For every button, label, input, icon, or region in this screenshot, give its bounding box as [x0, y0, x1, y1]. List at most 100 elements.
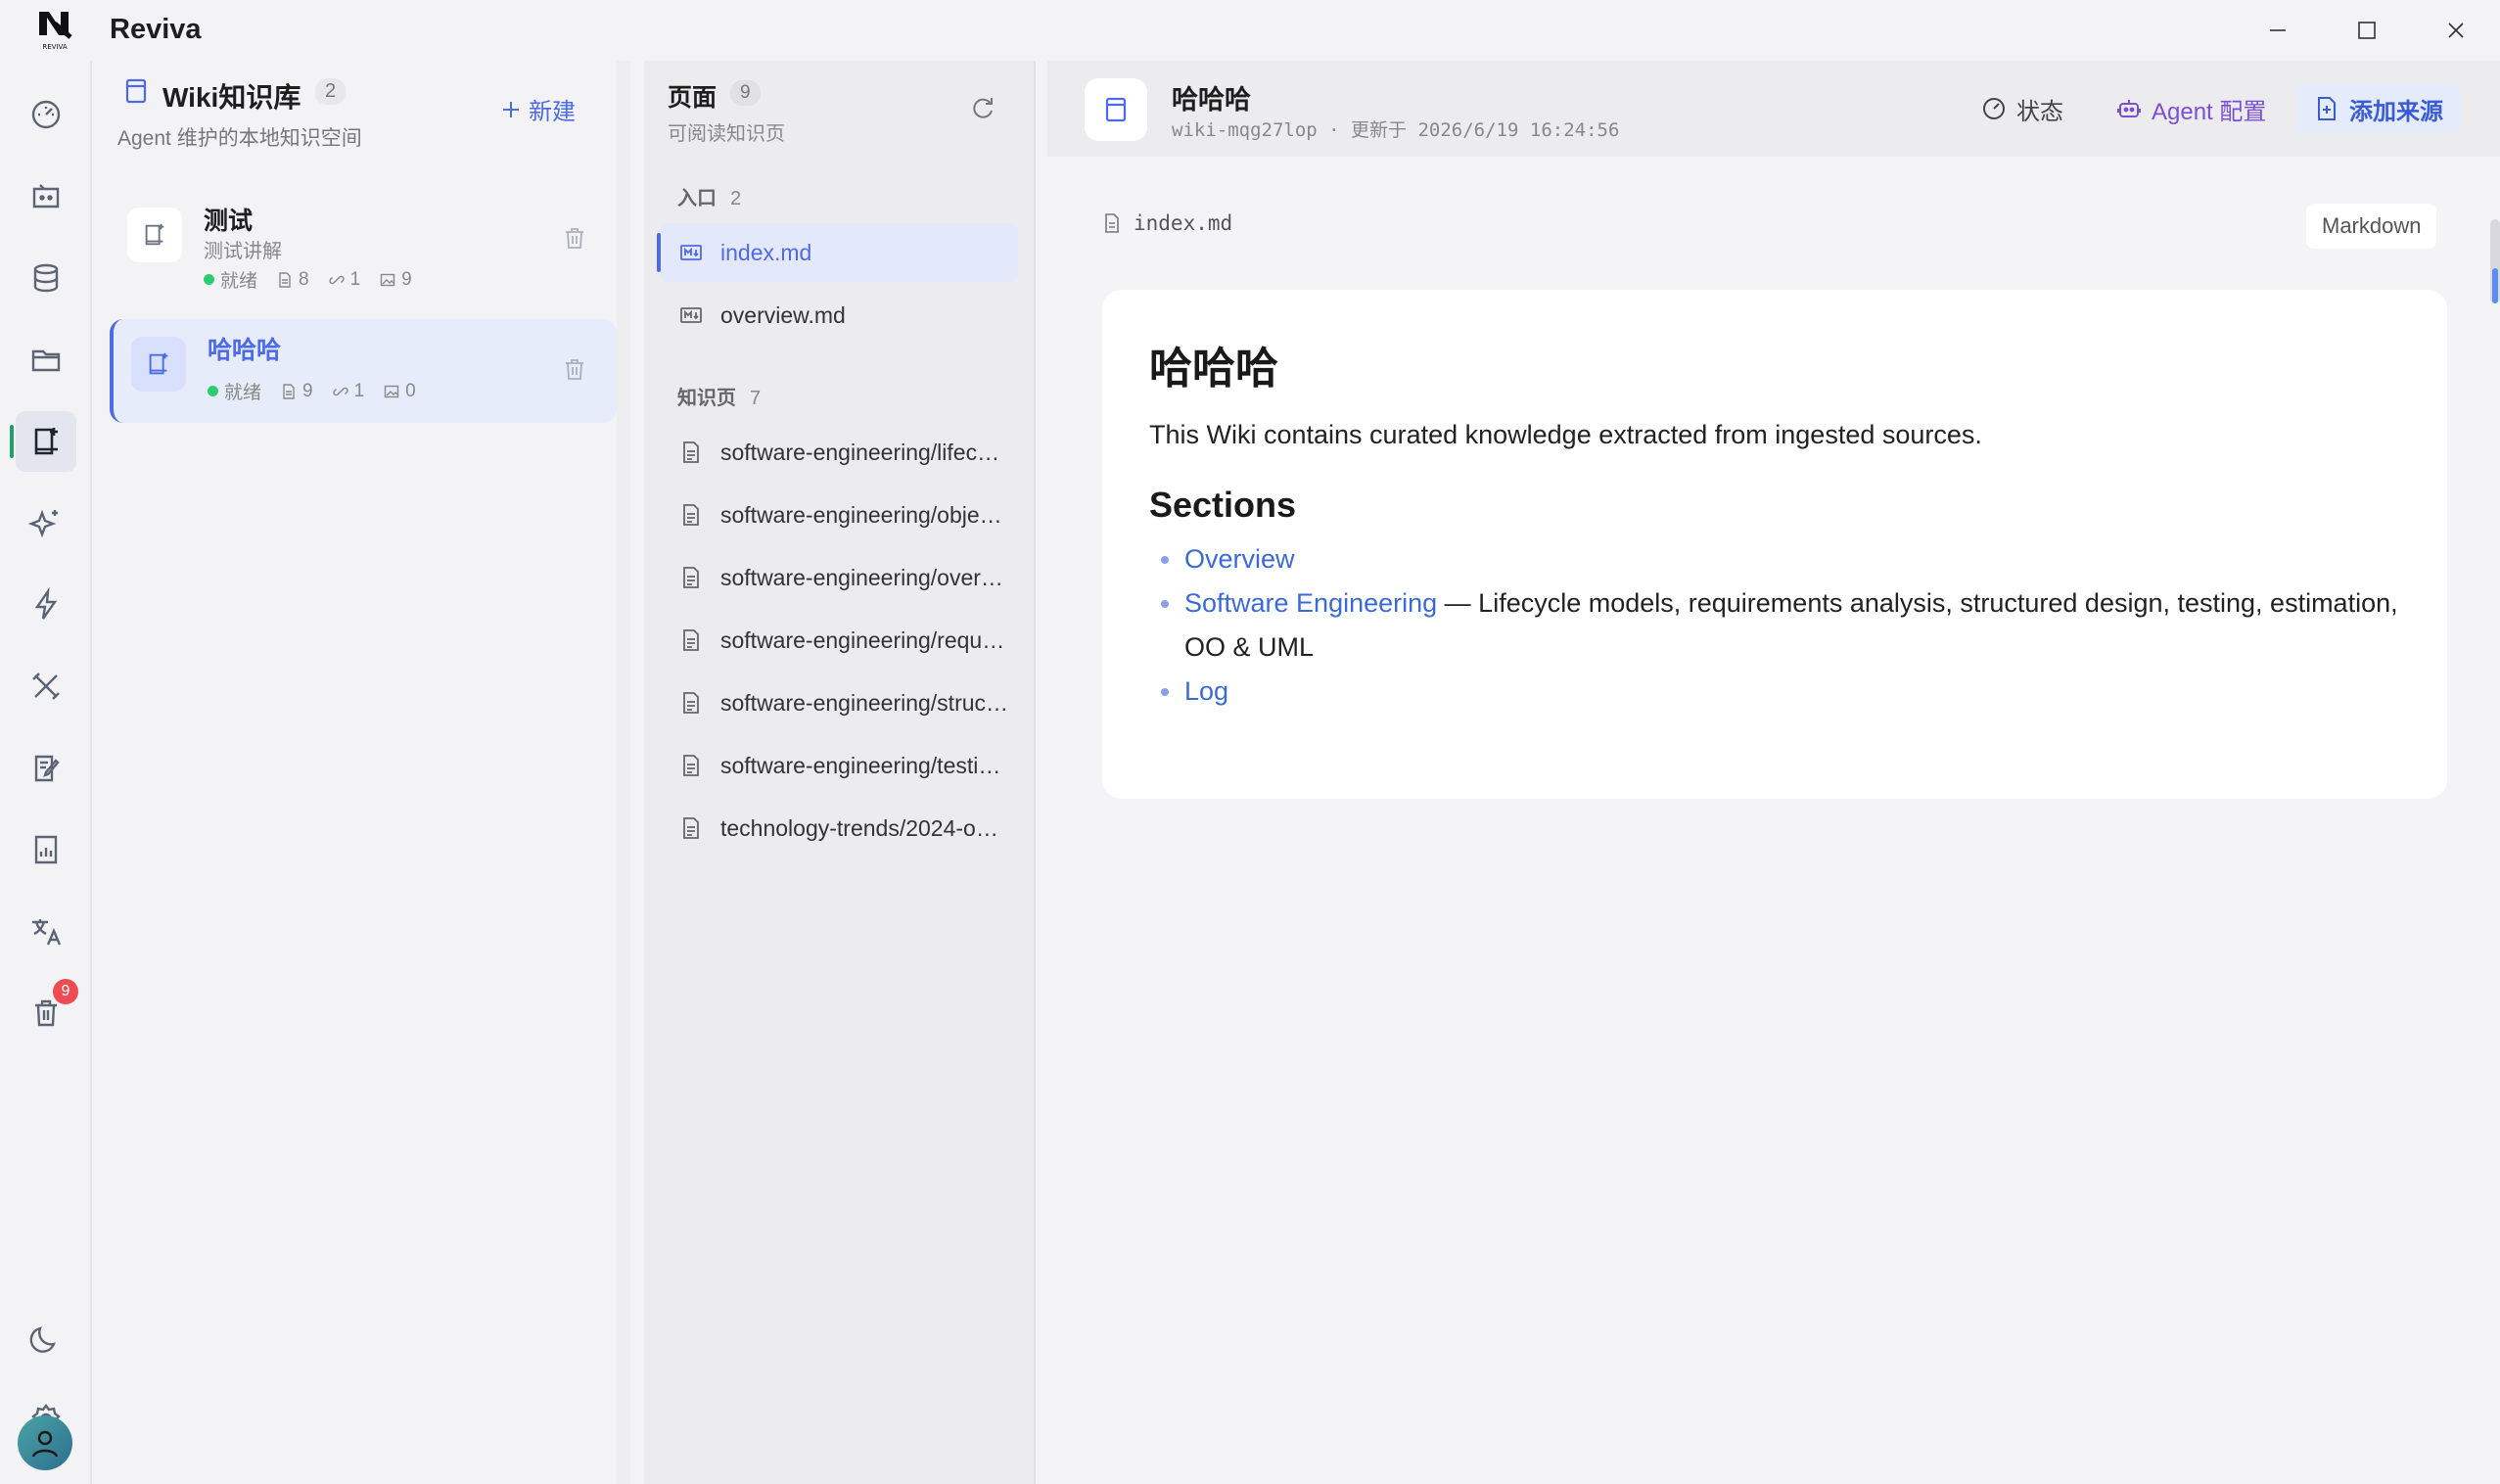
entry-section-label: 入口 2	[677, 188, 742, 209]
wiki-header-icon-box	[1085, 78, 1147, 141]
pages-count: 9	[730, 80, 761, 106]
page-item-knowledge[interactable]: software-engineering/obje…	[660, 486, 1018, 544]
avatar[interactable]	[18, 1415, 72, 1470]
robot-icon	[2117, 100, 2141, 117]
wiki-panel-title: Wiki知识库	[162, 82, 301, 113]
delete-icon[interactable]	[562, 356, 587, 382]
list-item: Software Engineering — Lifecycle models,…	[1149, 581, 2400, 670]
pages-subtitle: 可阅读知识页	[668, 123, 785, 145]
link-count: 1	[349, 268, 361, 290]
markdown-icon	[680, 245, 702, 260]
wiki-id: wiki-mqg27lop	[1172, 119, 1318, 141]
nav-editor[interactable]	[16, 738, 76, 799]
nav-rail: 9	[0, 61, 92, 1484]
agent-config-button[interactable]: Agent 配置	[2099, 84, 2284, 133]
pages-panel: 页面 9 可阅读知识页 入口 2 index.md overview.md 知识页…	[644, 61, 1036, 1484]
delete-icon[interactable]	[562, 225, 587, 251]
nav-sparkle[interactable]	[16, 492, 76, 553]
wiki-item-ceshi[interactable]: 测试 测试讲解 就绪 8 1 9	[110, 190, 617, 294]
status-button[interactable]: 状态	[1964, 84, 2081, 133]
page-item-knowledge[interactable]: software-engineering/over…	[660, 548, 1018, 607]
nav-wiki[interactable]	[10, 411, 76, 472]
wiki-item-desc: 测试讲解	[204, 241, 282, 262]
status-text: 就绪	[220, 271, 258, 292]
status-dot	[208, 386, 218, 396]
tools-icon	[32, 672, 60, 700]
new-wiki-button[interactable]: 新建	[501, 92, 576, 126]
log-link[interactable]: Log	[1184, 676, 1228, 706]
agent-icon	[32, 184, 60, 209]
status-dot	[204, 274, 214, 285]
add-source-label: 添加来源	[2349, 98, 2443, 125]
file-label: index.md	[1102, 211, 1232, 235]
nav-agent[interactable]	[16, 166, 76, 227]
format-badge: Markdown	[2306, 204, 2437, 249]
page-label: overview.md	[720, 301, 846, 328]
wiki-updated: · 更新于 2026/6/19 16:24:56	[1328, 119, 1620, 141]
wiki-icon	[34, 428, 58, 455]
maximize-icon	[2358, 22, 2376, 39]
software-engineering-link[interactable]: Software Engineering	[1184, 588, 1437, 618]
document-icon	[683, 504, 699, 526]
page-item-index[interactable]: index.md	[657, 223, 1018, 282]
nav-reports[interactable]	[16, 819, 76, 880]
document-icon	[683, 441, 699, 463]
scrollbar[interactable]	[2490, 219, 2500, 303]
wiki-panel-subtitle: Agent 维护的本地知识空间	[117, 127, 362, 150]
pages-title: 页面	[668, 84, 718, 112]
markdown-icon	[680, 307, 702, 323]
theme-toggle[interactable]	[16, 1308, 76, 1368]
document-icon	[683, 755, 699, 776]
refresh-icon[interactable]	[969, 94, 996, 121]
close-button[interactable]	[2422, 10, 2490, 51]
new-wiki-label: 新建	[529, 99, 576, 125]
page-item-knowledge[interactable]: software-engineering/requ…	[660, 611, 1018, 670]
nav-automation[interactable]	[16, 575, 76, 635]
page-label: software-engineering/lifec…	[720, 439, 1000, 465]
database-icon	[33, 263, 59, 293]
document-icon	[283, 383, 295, 399]
translate-icon	[32, 919, 62, 946]
nav-tools[interactable]	[16, 656, 76, 717]
wiki-icon	[149, 352, 168, 375]
app-title: Reviva	[110, 14, 202, 45]
svg-text:REVIVA: REVIVA	[42, 43, 67, 51]
wiki-panel: Wiki知识库 2 Agent 维护的本地知识空间 新建 测试 测试讲解 就绪 …	[94, 61, 630, 1484]
page-item-overview[interactable]: overview.md	[660, 286, 1018, 345]
wiki-item-hahaha[interactable]: 哈哈哈 就绪 9 1 0	[110, 319, 617, 423]
agent-config-label: Agent 配置	[2152, 98, 2267, 125]
entry-count: 2	[730, 188, 742, 209]
link-icon	[328, 275, 345, 284]
nav-dashboard[interactable]	[16, 84, 76, 145]
minimize-button[interactable]	[2244, 10, 2312, 51]
page-label: software-engineering/requ…	[720, 626, 1005, 653]
page-item-knowledge[interactable]: software-engineering/struc…	[660, 673, 1018, 732]
document-icon	[1105, 213, 1119, 233]
nav-database[interactable]	[16, 248, 76, 308]
page-item-knowledge[interactable]: software-engineering/testi…	[660, 736, 1018, 795]
page-label: software-engineering/obje…	[720, 501, 1002, 528]
nav-trash[interactable]: 9	[16, 979, 78, 1043]
gauge-icon	[1983, 98, 2005, 119]
doc-sections-list: Overview Software Engineering — Lifecycl…	[1149, 537, 2400, 714]
page-label: software-engineering/testi…	[720, 752, 1001, 778]
maximize-button[interactable]	[2333, 10, 2401, 51]
document-card: 哈哈哈 This Wiki contains curated knowledge…	[1102, 290, 2447, 799]
add-source-button[interactable]: 添加来源	[2296, 84, 2461, 133]
nav-translate[interactable]	[16, 902, 76, 962]
overview-link[interactable]: Overview	[1184, 544, 1295, 574]
dashboard-icon	[31, 100, 61, 129]
nav-files[interactable]	[16, 330, 76, 391]
page-item-knowledge[interactable]: technology-trends/2024-o…	[660, 799, 1018, 858]
page-label: index.md	[720, 239, 812, 265]
image-icon	[380, 273, 395, 286]
wiki-icon	[145, 223, 164, 246]
wiki-item-name: 测试	[204, 208, 254, 235]
page-item-knowledge[interactable]: software-engineering/lifec…	[660, 423, 1018, 482]
app-logo: REVIVA	[39, 12, 72, 51]
doc-intro: This Wiki contains curated knowledge ext…	[1149, 420, 1982, 449]
bolt-icon	[34, 587, 58, 620]
wiki-item-name: 哈哈哈	[208, 337, 282, 364]
image-count: 9	[401, 268, 412, 290]
wiki-item-meta: 就绪 9 1 0	[208, 378, 416, 404]
